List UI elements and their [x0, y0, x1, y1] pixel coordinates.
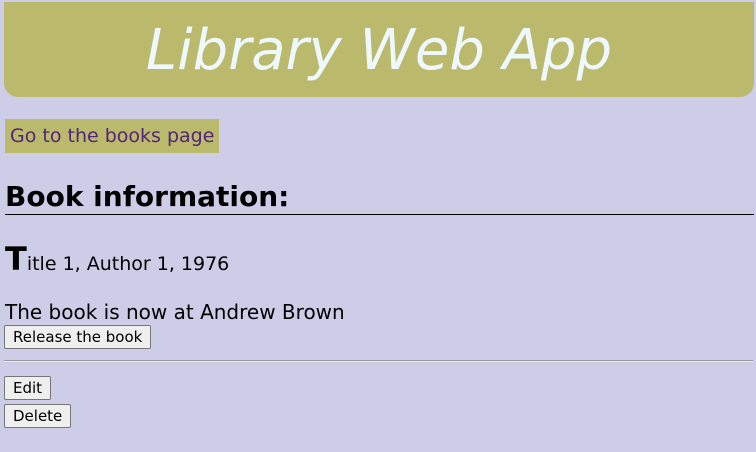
- app-header: Library Web App: [4, 2, 754, 97]
- book-details: Title 1, Author 1, 1976: [5, 243, 229, 284]
- release-book-button[interactable]: Release the book: [4, 325, 152, 349]
- book-status-text: The book is now at Andrew Brown: [5, 300, 345, 324]
- divider: [4, 360, 753, 362]
- delete-button[interactable]: Delete: [4, 404, 72, 428]
- books-page-link[interactable]: Go to the books page: [5, 119, 220, 153]
- book-details-text: itle 1, Author 1, 1976: [26, 253, 230, 275]
- edit-button[interactable]: Edit: [4, 376, 52, 400]
- book-details-initial: T: [5, 240, 27, 278]
- app-title: Library Web App: [145, 18, 613, 83]
- book-info-heading: Book information:: [5, 180, 754, 215]
